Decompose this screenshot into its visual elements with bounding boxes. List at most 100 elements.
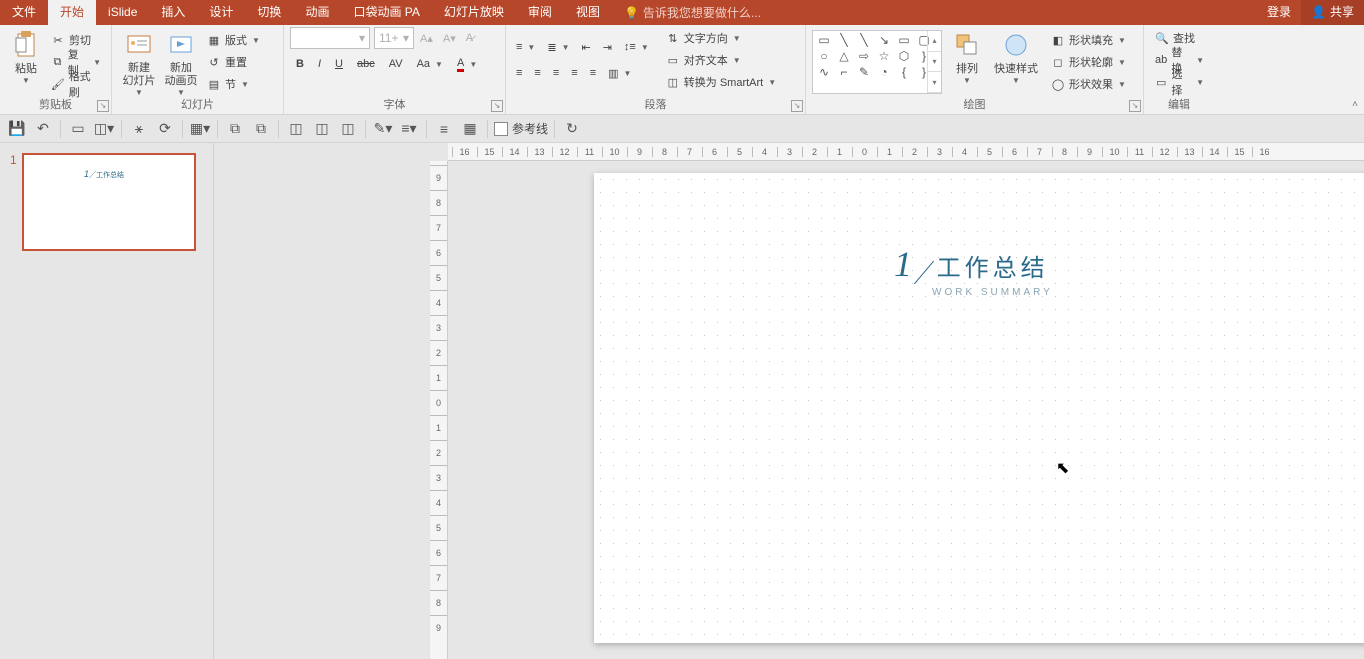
tab-transitions[interactable]: 切换	[245, 0, 293, 25]
qat-btn[interactable]: ◫	[285, 118, 307, 140]
shape-callout-icon[interactable]: ◔	[875, 65, 893, 79]
underline-button[interactable]: U	[331, 53, 347, 75]
grow-font-button[interactable]: A▴	[416, 27, 437, 49]
shape-connector-icon[interactable]: ⌐	[835, 65, 853, 79]
undo-button[interactable]: ↶	[32, 118, 54, 140]
scroll-down-icon[interactable]: ▾	[928, 52, 941, 73]
dialog-launcher-icon[interactable]: ↘	[791, 100, 803, 112]
qat-btn[interactable]: ▦▾	[189, 118, 211, 140]
tab-view[interactable]: 视图	[564, 0, 612, 25]
shape-hex-icon[interactable]: ⬡	[895, 49, 913, 63]
redo-button[interactable]: ↻	[561, 118, 583, 140]
qat-btn[interactable]: ≡▾	[398, 118, 420, 140]
shape-freeform-icon[interactable]: ✎	[855, 65, 873, 79]
login-button[interactable]: 登录	[1257, 0, 1301, 25]
dialog-launcher-icon[interactable]: ↘	[1129, 100, 1141, 112]
tab-design[interactable]: 设计	[197, 0, 245, 25]
expand-gallery-icon[interactable]: ▾	[928, 72, 941, 93]
qat-btn[interactable]: ✎▾	[372, 118, 394, 140]
collapse-ribbon-button[interactable]: ˄	[1352, 99, 1358, 110]
shadow-button[interactable]: AV	[385, 53, 407, 75]
qat-btn[interactable]: ⧉	[224, 118, 246, 140]
align-right-button[interactable]: ≡	[549, 62, 563, 84]
tab-review[interactable]: 审阅	[516, 0, 564, 25]
qat-btn[interactable]: ⧉	[250, 118, 272, 140]
guides-checkbox[interactable]	[494, 122, 508, 136]
qat-btn[interactable]: ⚹	[128, 118, 150, 140]
slide-canvas-viewport[interactable]: 1 工作总结 WORK SUMMARY	[448, 161, 1364, 659]
font-name-combo[interactable]: ▾	[290, 27, 370, 49]
scroll-up-icon[interactable]: ▴	[928, 31, 941, 52]
reset-button[interactable]: ↺重置	[202, 51, 264, 73]
indent-inc-button[interactable]: ⇥	[599, 36, 616, 58]
shape-rect-icon[interactable]: ▭	[895, 33, 913, 47]
new-slide-button[interactable]: 新建 幻灯片 ▼	[118, 27, 160, 97]
shape-arrow-icon[interactable]: ↘	[875, 33, 893, 47]
shape-outline-button[interactable]: ◻形状轮廓▼	[1046, 51, 1130, 73]
tell-me-search[interactable]: 💡 告诉我您想要做什么...	[624, 4, 761, 21]
section-button[interactable]: ▤节▼	[202, 73, 264, 95]
qat-btn[interactable]: ⟳	[154, 118, 176, 140]
font-color-button[interactable]: A▼	[453, 53, 481, 75]
bullets-button[interactable]: ≡▼	[512, 36, 539, 58]
shape-rect-icon[interactable]: ▭	[815, 33, 833, 47]
paste-button[interactable]: 粘贴 ▼	[6, 27, 46, 97]
clear-format-button[interactable]: A̷	[462, 27, 477, 49]
shape-brace-icon[interactable]: {	[895, 65, 913, 79]
bold-button[interactable]: B	[292, 53, 308, 75]
slide-title-block[interactable]: 1 工作总结 WORK SUMMARY	[894, 243, 1053, 298]
select-button[interactable]: ▭选择▼	[1150, 71, 1208, 93]
convert-smartart-button[interactable]: ◫转换为 SmartArt▼	[661, 71, 780, 93]
font-size-combo[interactable]: 11+▾	[374, 27, 414, 49]
distribute-button[interactable]: ≡	[586, 62, 600, 84]
qat-btn[interactable]: ▦	[459, 118, 481, 140]
shape-effects-button[interactable]: ◯形状效果▼	[1046, 73, 1130, 95]
slide-thumbnail[interactable]: 1╱工作总结	[22, 153, 196, 251]
tab-file[interactable]: 文件	[0, 0, 48, 25]
format-painter-button[interactable]: 🖌格式刷	[46, 73, 105, 95]
layout-button[interactable]: ▦版式▼	[202, 29, 264, 51]
strike-button[interactable]: abc	[353, 53, 379, 75]
shrink-font-button[interactable]: A▾	[439, 27, 460, 49]
align-text-button[interactable]: ▭对齐文本▼	[661, 49, 780, 71]
shape-tri-icon[interactable]: △	[835, 49, 853, 63]
shape-fill-button[interactable]: ◧形状填充▼	[1046, 29, 1130, 51]
tab-pocket-anim[interactable]: 口袋动画 PA	[341, 0, 431, 25]
save-button[interactable]: 💾	[6, 118, 28, 140]
line-spacing-button[interactable]: ↕≡▼	[620, 36, 653, 58]
dialog-launcher-icon[interactable]: ↘	[491, 100, 503, 112]
tab-islide[interactable]: iSlide	[96, 0, 149, 25]
qat-btn[interactable]: ◫▾	[93, 118, 115, 140]
qat-btn[interactable]: ◫	[311, 118, 333, 140]
qat-btn[interactable]: ▭	[67, 118, 89, 140]
new-anim-page-button[interactable]: 新加 动画页 ▼	[160, 27, 202, 97]
shapes-gallery[interactable]: ▭ ╲ ╲ ↘ ▭ ▢ ○ △ ⇨ ☆ ⬡ } ∿ ⌐ ✎ ◔ { } ▴▾▾	[812, 30, 942, 94]
share-button[interactable]: 👤 共享	[1301, 0, 1364, 25]
tab-home[interactable]: 开始	[48, 0, 96, 25]
numbering-button[interactable]: ≣▼	[543, 36, 573, 58]
char-spacing-button[interactable]: Aa▼	[413, 53, 447, 75]
dialog-launcher-icon[interactable]: ↘	[97, 100, 109, 112]
shape-oval-icon[interactable]: ○	[815, 49, 833, 63]
quick-styles-button[interactable]: 快速样式▼	[992, 27, 1040, 97]
justify-button[interactable]: ≡	[567, 62, 581, 84]
align-center-button[interactable]: ≡	[530, 62, 544, 84]
thumbnail-pane[interactable]: 1 1╱工作总结	[0, 143, 214, 659]
slide-canvas[interactable]: 1 工作总结 WORK SUMMARY	[594, 173, 1364, 643]
qat-btn[interactable]: ◫	[337, 118, 359, 140]
shape-line-icon[interactable]: ╲	[835, 33, 853, 47]
indent-dec-button[interactable]: ⇤	[577, 36, 594, 58]
tab-slideshow[interactable]: 幻灯片放映	[432, 0, 516, 25]
align-left-button[interactable]: ≡	[512, 62, 526, 84]
italic-button[interactable]: I	[314, 53, 325, 75]
text-direction-button[interactable]: ⇅文字方向▼	[661, 27, 780, 49]
shape-curve-icon[interactable]: ∿	[815, 65, 833, 79]
columns-button[interactable]: ▥▼	[604, 62, 635, 84]
arrange-button[interactable]: 排列▼	[948, 27, 986, 97]
tab-animations[interactable]: 动画	[293, 0, 341, 25]
qat-btn[interactable]: ≡	[433, 118, 455, 140]
shape-arrow-icon[interactable]: ⇨	[855, 49, 873, 63]
shape-star-icon[interactable]: ☆	[875, 49, 893, 63]
shape-line-icon[interactable]: ╲	[855, 33, 873, 47]
tab-insert[interactable]: 插入	[149, 0, 197, 25]
